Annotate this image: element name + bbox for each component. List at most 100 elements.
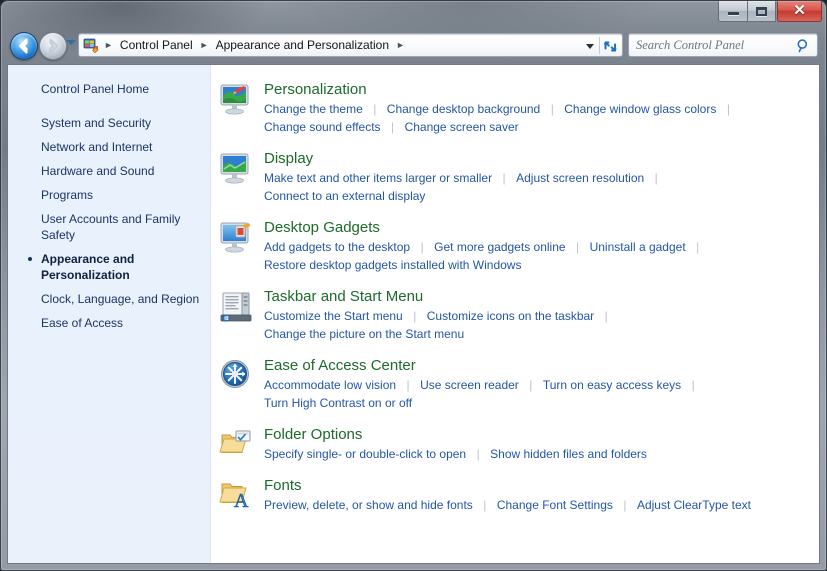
category-links-row: Make text and other items larger or smal… [264,169,819,187]
category-title[interactable]: Display [264,150,313,168]
link-add-gadgets-to-the-desktop[interactable]: Add gadgets to the desktop [264,240,410,254]
chevron-down-icon[interactable] [586,44,594,49]
refresh-icon[interactable] [602,38,619,55]
link-separator: | [367,100,382,118]
link-separator: | [401,376,416,394]
link-separator: | [545,100,560,118]
breadcrumb-separator-icon: ► [99,41,118,50]
category-links-row: Accommodate low vision | Use screen read… [264,376,819,394]
link-change-the-theme[interactable]: Change the theme [264,102,363,116]
link-change-window-glass-colors[interactable]: Change window glass colors [564,102,716,116]
back-arrow-icon [11,33,37,59]
link-adjust-screen-resolution[interactable]: Adjust screen resolution [516,171,644,185]
link-separator: | [523,376,538,394]
search-icon[interactable] [796,38,811,53]
link-separator: | [599,307,614,325]
folder-options-icon [219,427,255,463]
category-body: Taskbar and Start Menu Customize the Sta… [264,288,819,343]
forward-button[interactable] [39,32,67,60]
category-body: Ease of Access Center Accommodate low vi… [264,357,819,412]
sidebar-item-control-panel-home[interactable]: Control Panel Home [8,77,210,101]
monitor-icon [219,151,255,187]
category-fonts: A Fonts Preview, delete, or show and hid… [219,477,819,514]
link-change-desktop-background[interactable]: Change desktop background [387,102,540,116]
category-title[interactable]: Taskbar and Start Menu [264,288,423,306]
breadcrumb-item-appearance-and-personalization[interactable]: Appearance and Personalization [214,38,391,52]
link-separator: | [721,100,736,118]
category-title[interactable]: Desktop Gadgets [264,219,380,237]
category-body: Fonts Preview, delete, or show and hide … [264,477,819,514]
category-list: Personalization Change the theme | Chang… [211,65,819,563]
category-links-row: Restore desktop gadgets installed with W… [264,256,819,274]
link-use-screen-reader[interactable]: Use screen reader [420,378,519,392]
address-bar[interactable]: ► Control Panel ► Appearance and Persona… [78,33,623,57]
maximize-icon [756,7,767,16]
category-body: Folder Options Specify single- or double… [264,426,819,463]
link-separator: | [497,169,512,187]
close-icon: ✕ [793,4,806,19]
link-change-the-picture-on-the-start-menu[interactable]: Change the picture on the Start menu [264,327,464,341]
link-uninstall-a-gadget[interactable]: Uninstall a gadget [590,240,686,254]
sidebar: Control Panel Home System and Security N… [8,65,211,563]
close-button[interactable]: ✕ [777,1,822,22]
maximize-button[interactable] [747,1,776,22]
category-title[interactable]: Fonts [264,477,302,495]
link-turn-on-easy-access-keys[interactable]: Turn on easy access keys [543,378,681,392]
category-ease-of-access-center: Ease of Access Center Accommodate low vi… [219,357,819,412]
address-bar-divider [599,37,600,54]
window-controls: ✕ [718,1,822,22]
link-connect-to-an-external-display[interactable]: Connect to an external display [264,189,425,203]
link-restore-desktop-gadgets-installed-with-windows[interactable]: Restore desktop gadgets installed with W… [264,258,521,272]
accessibility-wheel-icon [219,358,255,394]
category-display: Display Make text and other items larger… [219,150,819,205]
navigation-bar: ► Control Panel ► Appearance and Persona… [0,31,827,61]
link-separator: | [617,496,632,514]
sidebar-item-hardware-and-sound[interactable]: Hardware and Sound [8,159,210,183]
link-change-font-settings[interactable]: Change Font Settings [497,498,613,512]
link-change-sound-effects[interactable]: Change sound effects [264,120,381,134]
sidebar-item-network-and-internet[interactable]: Network and Internet [8,135,210,159]
minimize-icon [728,12,739,15]
link-customize-icons-on-the-taskbar[interactable]: Customize icons on the taskbar [427,309,594,323]
minimize-button[interactable] [718,1,747,22]
breadcrumb-separator-icon[interactable]: ► [195,41,214,50]
sidebar-item-ease-of-access[interactable]: Ease of Access [8,311,210,335]
link-customize-the-start-menu[interactable]: Customize the Start menu [264,309,403,323]
taskbar-icon [219,289,255,325]
link-get-more-gadgets-online[interactable]: Get more gadgets online [434,240,565,254]
link-specify-single-or-double-click-to-open[interactable]: Specify single- or double-click to open [264,447,466,461]
category-links-row: Change the picture on the Start menu [264,325,819,343]
recent-locations-dropdown[interactable] [66,40,76,45]
sidebar-item-appearance-and-personalization[interactable]: Appearance and Personalization [8,247,210,287]
category-title[interactable]: Personalization [264,81,367,99]
search-input[interactable] [636,38,796,53]
sidebar-item-clock-language-and-region[interactable]: Clock, Language, and Region [8,287,210,311]
sidebar-item-programs[interactable]: Programs [8,183,210,207]
link-make-text-and-other-items-larger-or-smaller[interactable]: Make text and other items larger or smal… [264,171,492,185]
control-panel-window: ✕ ► [0,0,827,571]
link-change-screen-saver[interactable]: Change screen saver [405,120,519,134]
link-separator: | [407,307,422,325]
breadcrumb-separator-icon[interactable]: ► [391,41,410,50]
category-folder-options: Folder Options Specify single- or double… [219,426,819,463]
category-personalization: Personalization Change the theme | Chang… [219,81,819,136]
category-taskbar-and-start-menu: Taskbar and Start Menu Customize the Sta… [219,288,819,343]
sidebar-item-system-and-security[interactable]: System and Security [8,111,210,135]
category-title[interactable]: Folder Options [264,426,362,444]
link-show-hidden-files-and-folders[interactable]: Show hidden files and folders [490,447,647,461]
category-links-row: Change sound effects | Change screen sav… [264,118,819,136]
back-button[interactable] [10,32,38,60]
category-links-row: Preview, delete, or show and hide fonts … [264,496,819,514]
category-title[interactable]: Ease of Access Center [264,357,416,375]
search-box[interactable] [628,33,818,57]
link-separator: | [385,118,400,136]
monitor-gadget-icon [219,220,255,256]
link-separator: | [649,169,664,187]
sidebar-item-user-accounts-and-family-safety[interactable]: User Accounts and Family Safety [8,207,210,247]
link-preview-delete-or-show-and-hide-fonts[interactable]: Preview, delete, or show and hide fonts [264,498,473,512]
breadcrumb-item-control-panel[interactable]: Control Panel [118,38,195,52]
link-accommodate-low-vision[interactable]: Accommodate low vision [264,378,396,392]
link-turn-high-contrast-on-or-off[interactable]: Turn High Contrast on or off [264,396,412,410]
link-separator: | [415,238,430,256]
link-adjust-cleartype-text[interactable]: Adjust ClearType text [637,498,751,512]
